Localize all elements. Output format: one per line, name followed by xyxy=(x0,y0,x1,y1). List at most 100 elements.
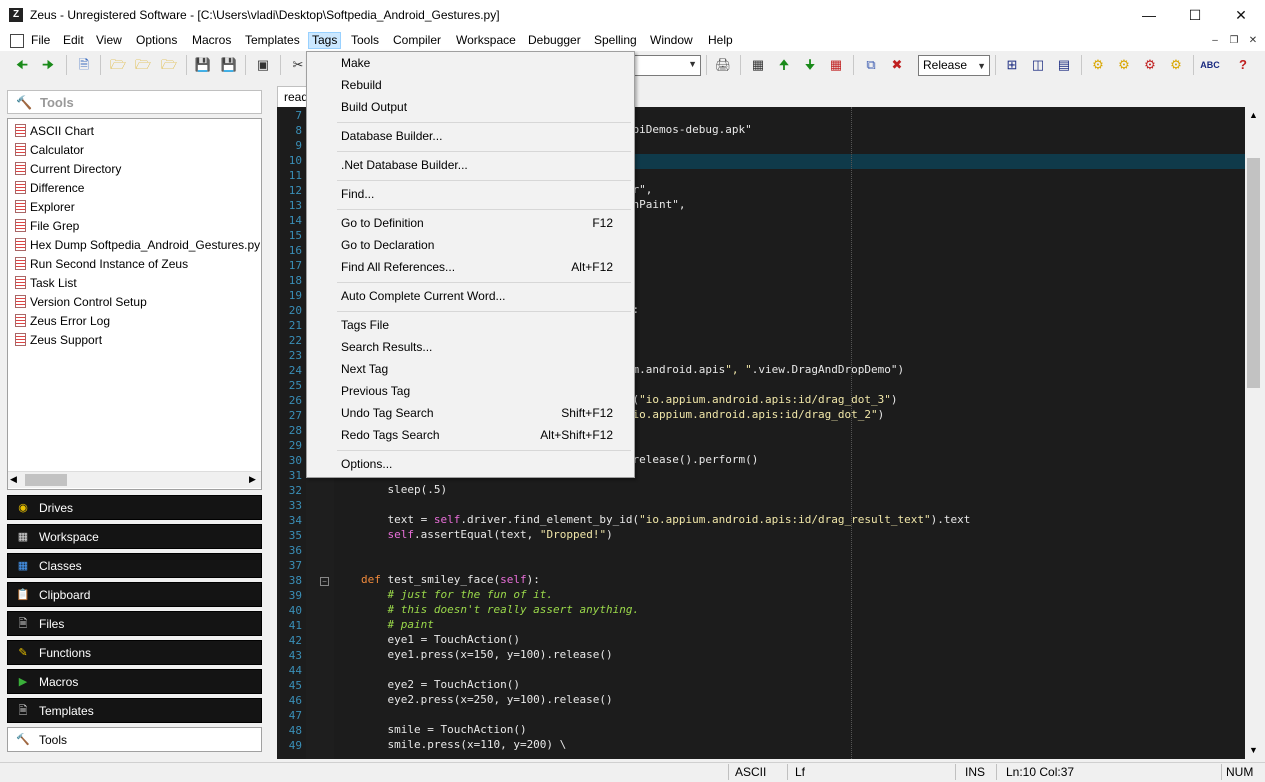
execute-icon[interactable]: ⚙ xyxy=(1166,55,1186,75)
code-line[interactable]: eye1 = TouchAction() xyxy=(361,633,519,648)
new-file-icon[interactable]: 🗎 xyxy=(74,55,94,75)
scroll-right-icon[interactable]: ▶ xyxy=(249,474,256,485)
panel-clipboard[interactable]: 📋 Clipboard xyxy=(7,582,262,607)
list-item[interactable]: Explorer xyxy=(15,198,75,217)
close-icon[interactable]: ✕ xyxy=(1218,0,1264,30)
tile-horizontal-icon[interactable]: ▤ xyxy=(1054,55,1074,75)
menu-item-redo-tags-search[interactable]: Redo Tags Search xyxy=(341,426,440,444)
menu-item-build-output[interactable]: Build Output xyxy=(341,98,407,116)
back-arrow-icon[interactable]: 🠈 xyxy=(12,55,32,75)
menu-item-previous-tag[interactable]: Previous Tag xyxy=(341,382,410,400)
cut-icon[interactable]: ✂ xyxy=(288,55,308,75)
minimize-icon[interactable]: — xyxy=(1126,0,1172,30)
list-item[interactable]: Run Second Instance of Zeus xyxy=(15,255,188,274)
menu-item-database-builder[interactable]: Database Builder... xyxy=(341,127,442,145)
list-item[interactable]: Zeus Error Log xyxy=(15,312,110,331)
binary-icon[interactable]: ▦ xyxy=(748,55,768,75)
tools-panel-header[interactable]: 🔨 Tools xyxy=(7,90,262,114)
list-item[interactable]: File Grep xyxy=(15,217,79,236)
code-line[interactable]: eye1.press(x=150, y=100).release() xyxy=(361,648,612,663)
menu-edit[interactable]: Edit xyxy=(60,33,87,50)
menu-item-net-database-builder[interactable]: .Net Database Builder... xyxy=(341,156,468,174)
menu-window[interactable]: Window xyxy=(647,33,696,50)
delete-icon[interactable]: ✖ xyxy=(887,55,907,75)
window-icon[interactable]: ▣ xyxy=(253,55,273,75)
menu-item-make[interactable]: Make xyxy=(341,54,370,72)
document-icon[interactable] xyxy=(10,34,24,48)
panel-drives[interactable]: ◉ Drives xyxy=(7,495,262,520)
mdi-restore-icon[interactable]: ❐ xyxy=(1226,34,1242,48)
open-project-icon[interactable]: 🗁 xyxy=(159,55,179,75)
list-item[interactable]: Task List xyxy=(15,274,77,293)
code-line[interactable]: smile = TouchAction() xyxy=(361,723,526,738)
menu-item-find-all-references[interactable]: Find All References... xyxy=(341,258,455,276)
code-line[interactable]: eye2.press(x=250, y=100).release() xyxy=(361,693,612,708)
tile-grid-icon[interactable]: ⊞ xyxy=(1002,55,1022,75)
code-line[interactable]: text = self.driver.find_element_by_id("i… xyxy=(361,513,970,528)
code-line[interactable]: # paint xyxy=(361,618,433,633)
stop-build-icon[interactable]: ⚙ xyxy=(1140,55,1160,75)
open-workspace-icon[interactable]: 🗁 xyxy=(133,55,153,75)
code-line[interactable]: # just for the fun of it. xyxy=(361,588,553,603)
menu-item-rebuild[interactable]: Rebuild xyxy=(341,76,382,94)
open-folder-icon[interactable]: 🗁 xyxy=(108,55,128,75)
code-line[interactable]: self.assertEqual(text, "Dropped!") xyxy=(361,528,613,543)
copy-pages-icon[interactable]: ⧉ xyxy=(861,55,881,75)
list-item[interactable]: ASCII Chart xyxy=(15,122,94,141)
menu-item-search-results[interactable]: Search Results... xyxy=(341,338,432,356)
scroll-down-icon[interactable]: ▼ xyxy=(1249,745,1258,755)
panel-macros[interactable]: ▶ Macros xyxy=(7,669,262,694)
menu-help[interactable]: Help xyxy=(705,33,736,50)
menu-item-tags-file[interactable]: Tags File xyxy=(341,316,389,334)
menu-item-go-to-definition[interactable]: Go to Definition xyxy=(341,214,424,232)
panel-workspace[interactable]: ▦ Workspace xyxy=(7,524,262,549)
mdi-close-icon[interactable]: ✕ xyxy=(1245,34,1261,48)
menu-workspace[interactable]: Workspace xyxy=(453,33,519,50)
app-icon[interactable]: Z xyxy=(9,8,23,22)
menu-debugger[interactable]: Debugger xyxy=(525,33,584,50)
list-item[interactable]: Version Control Setup xyxy=(15,293,147,312)
next-down-icon[interactable]: 🠋 xyxy=(800,55,820,75)
menu-tools[interactable]: Tools xyxy=(348,33,382,50)
list-item[interactable]: Current Directory xyxy=(15,160,121,179)
panel-tools[interactable]: 🔨 Tools xyxy=(7,727,262,752)
menu-templates[interactable]: Templates xyxy=(242,33,303,50)
panel-functions[interactable]: ✎ Functions xyxy=(7,640,262,665)
code-line[interactable]: eye2 = TouchAction() xyxy=(361,678,519,693)
menu-item-auto-complete[interactable]: Auto Complete Current Word... xyxy=(341,287,506,305)
previous-up-icon[interactable]: 🠉 xyxy=(774,55,794,75)
code-line[interactable]: sleep(.5) xyxy=(361,483,447,498)
list-item[interactable]: Hex Dump Softpedia_Android_Gestures.py xyxy=(15,236,260,255)
menu-item-undo-tag-search[interactable]: Undo Tag Search xyxy=(341,404,434,422)
panel-templates[interactable]: 🗎 Templates xyxy=(7,698,262,723)
scroll-thumb[interactable] xyxy=(25,474,67,486)
menu-tags[interactable]: Tags xyxy=(308,32,342,49)
list-item[interactable]: Zeus Support xyxy=(15,331,102,350)
scroll-left-icon[interactable]: ◀ xyxy=(10,474,17,485)
fold-collapse-icon[interactable]: − xyxy=(320,577,329,586)
menu-item-options[interactable]: Options... xyxy=(341,455,392,473)
menu-spelling[interactable]: Spelling xyxy=(591,33,640,50)
clear-bookmarks-icon[interactable]: ▦ xyxy=(826,55,846,75)
code-line[interactable]: # this doesn't really assert anything. xyxy=(361,603,639,618)
menu-file[interactable]: File xyxy=(28,33,53,50)
menu-options[interactable]: Options xyxy=(133,33,180,50)
list-item[interactable]: Calculator xyxy=(15,141,84,160)
vertical-scroll-thumb[interactable] xyxy=(1247,158,1260,388)
build-config-select[interactable]: Release ▼ xyxy=(918,55,990,76)
scroll-up-icon[interactable]: ▲ xyxy=(1249,110,1258,120)
save-icon[interactable]: 💾 xyxy=(193,55,213,75)
save-all-icon[interactable]: 💾 xyxy=(219,55,239,75)
panel-classes[interactable]: ▦ Classes xyxy=(7,553,262,578)
code-line[interactable]: smile.press(x=110, y=200) \ xyxy=(361,738,566,753)
menu-item-next-tag[interactable]: Next Tag xyxy=(341,360,388,378)
print-icon[interactable]: 🖨 xyxy=(713,55,733,75)
build-icon[interactable]: ⚙ xyxy=(1114,55,1134,75)
maximize-icon[interactable]: ☐ xyxy=(1172,0,1218,30)
code-line[interactable]: def test_smiley_face(self): xyxy=(361,573,540,588)
search-combo[interactable]: ▼ xyxy=(633,55,701,76)
menu-view[interactable]: View xyxy=(93,33,125,50)
spell-check-icon[interactable]: ABC xyxy=(1200,55,1220,75)
forward-arrow-icon[interactable]: 🠊 xyxy=(38,55,58,75)
help-icon[interactable]: ? xyxy=(1233,55,1253,75)
